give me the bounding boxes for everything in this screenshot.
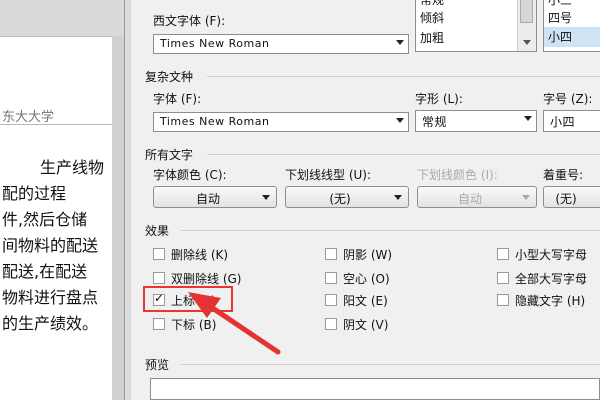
annotation-arrow-icon bbox=[188, 292, 281, 355]
